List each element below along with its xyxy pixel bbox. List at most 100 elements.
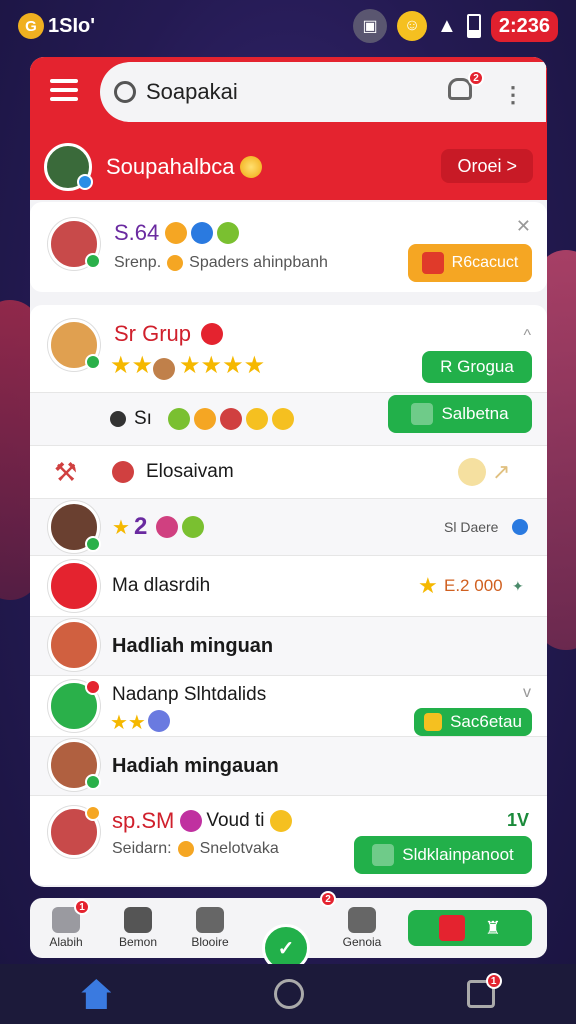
avatar <box>48 739 101 791</box>
coin-icon <box>458 458 486 486</box>
notice-subtitle-label: Srenp. <box>114 254 162 271</box>
notification-icon[interactable]: 2 <box>448 70 484 106</box>
chevron-up-icon[interactable]: ^ <box>523 327 531 345</box>
coin-icon <box>167 255 184 271</box>
gift-icon <box>438 915 465 941</box>
avatar <box>48 319 101 371</box>
list-item[interactable]: sp.SM Voud ti 1V Seidarn: Snelotvaka Sld… <box>30 796 547 884</box>
row-action-button[interactable]: Salbetna <box>388 395 532 433</box>
system-navigation-bar: 1 <box>0 964 576 1024</box>
tab-blooire[interactable]: Blooire <box>174 907 246 949</box>
star-badge-icon <box>180 810 203 832</box>
battery-icon <box>466 14 481 38</box>
info-icon[interactable] <box>512 519 528 535</box>
list-item[interactable]: Hadliah minguan <box>30 617 547 675</box>
close-icon[interactable]: ✕ <box>516 216 531 237</box>
tab-genoia[interactable]: Genoia 2 <box>320 891 398 949</box>
screenshot-icon: ▣ <box>353 9 388 43</box>
coin-icon <box>424 713 443 731</box>
list-item[interactable]: Sı Salbetna <box>30 393 547 445</box>
emoji-icon <box>270 810 293 832</box>
grid-icon <box>124 907 152 933</box>
share-icon[interactable]: ↗ <box>492 459 510 485</box>
status-app-label: 1SIo' <box>48 14 95 37</box>
group-card: Sr Grup ★★ ★★★★ ^ R Grogua Sı Salbetna ⚒… <box>30 305 547 885</box>
home-button[interactable] <box>273 979 304 1009</box>
list-item[interactable]: Nadanp Slhtdalids ★★ v Sac6etau <box>30 676 547 736</box>
search-bar[interactable]: 2 ⋮ <box>100 62 546 122</box>
status-time: 2:236 <box>490 10 558 42</box>
row-title: sp.SM <box>112 808 175 833</box>
check-icon <box>372 844 395 866</box>
group-title: Sr Grup <box>114 321 192 346</box>
row-action-button[interactable]: Sldklainpanoot <box>354 836 532 874</box>
dot-icon <box>110 411 126 427</box>
list-item[interactable]: Ma dlasrdih ★ E.2 000 ✦ <box>30 556 547 616</box>
notice-subtitle-text: Spaders ahinpbanh <box>189 254 328 271</box>
tab-label: Genoia <box>342 935 382 949</box>
reward-icons: ★★ <box>110 710 174 735</box>
ball-icon <box>112 461 134 483</box>
gift-icon <box>421 252 444 274</box>
star-icon: ★ <box>418 573 438 598</box>
profile-action-button[interactable]: Oroei > <box>441 149 533 183</box>
list-item[interactable]: Hadiah mingauan <box>30 737 547 795</box>
row-label: Nadanp Slhtdalids <box>112 684 267 705</box>
heart-avatar <box>48 560 100 612</box>
tab-badge: 1 <box>74 899 90 915</box>
row-label: Sı <box>134 408 152 429</box>
row-title-suffix: Voud ti <box>206 810 265 831</box>
tool-icon <box>196 907 224 933</box>
group-row[interactable]: Sr Grup ★★ ★★★★ ^ R Grogua <box>30 305 547 385</box>
tab-badge: 2 <box>320 891 336 907</box>
recents-icon[interactable]: 1 <box>466 973 502 1008</box>
top-bar: 2 ⋮ Soupahalbca Oroei > <box>30 57 547 200</box>
wifi-icon: ▲ <box>437 14 457 37</box>
row-label: Hadliah minguan <box>112 634 274 657</box>
row-right-label: Sl Daere <box>444 519 499 535</box>
list-item[interactable]: ⚒ Elosaivam ↗ <box>30 446 547 498</box>
trophy-icon: ♜ <box>484 917 502 938</box>
search-icon <box>114 81 136 103</box>
fire-icon <box>201 323 224 345</box>
avatar <box>48 619 100 671</box>
check-icon <box>411 403 434 425</box>
coin-icon <box>177 841 194 857</box>
more-options-icon[interactable]: ⋮ <box>502 84 524 106</box>
notice-action-button[interactable]: R6cacuct <box>408 244 532 282</box>
tab-label: Alabih <box>49 935 83 949</box>
row-subtitle-label: Seidarn: <box>112 840 172 857</box>
tab-alabih[interactable]: Alabih 1 <box>30 899 102 949</box>
home-icon[interactable] <box>81 979 112 1009</box>
sparkle-icon: ✦ <box>512 577 524 594</box>
app-logo-icon: G <box>18 13 44 39</box>
notice-card[interactable]: S.64 Srenp. Spaders ahinpbanh ✕ R6cacuct <box>30 202 547 292</box>
tab-label: Bemon <box>118 935 158 949</box>
score-value: 2 <box>134 513 148 540</box>
tools-icon: ⚒ <box>54 456 78 487</box>
coin-icon <box>182 516 204 538</box>
chevron-down-icon[interactable]: v <box>523 684 531 702</box>
row-action-label: Sldklainpanoot <box>402 845 514 864</box>
recents-badge: 1 <box>485 973 502 989</box>
tab-bemon[interactable]: Bemon <box>102 907 174 949</box>
avatar[interactable] <box>44 143 93 191</box>
tab-rewards[interactable]: ♜ <box>398 910 538 946</box>
gem-icon <box>156 516 178 538</box>
reward-value: E.2 000 <box>444 576 503 595</box>
main-panel: 2 ⋮ Soupahalbca Oroei > S.64 Srenp. Spad… <box>30 57 547 887</box>
menu-icon[interactable] <box>50 79 78 103</box>
coin-icon <box>240 156 263 178</box>
row-label: Elosaivam <box>146 461 234 482</box>
star-icon: ★ <box>112 516 130 539</box>
list-item[interactable]: ★ 2 Sl Daere <box>30 499 547 555</box>
avatar <box>48 218 101 270</box>
row-action-label: Salbetna <box>441 404 509 423</box>
notice-action-label: R6cacuct <box>451 254 519 271</box>
row-label: Hadiah mingauan <box>112 754 279 777</box>
group-button[interactable]: R Grogua <box>422 351 532 383</box>
search-input[interactable] <box>146 79 406 105</box>
gem-icon <box>191 222 214 244</box>
row-action-button[interactable]: Sac6etau <box>414 708 532 736</box>
profile-row[interactable]: Soupahalbca Oroei > <box>30 137 547 197</box>
